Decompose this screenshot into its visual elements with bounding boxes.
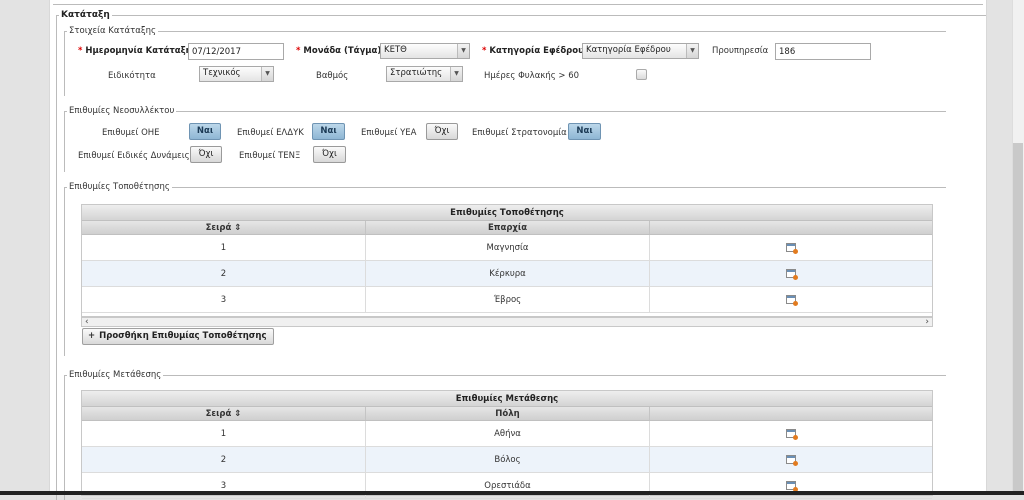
table-row[interactable]: 3 Ορεστιάδα xyxy=(82,473,932,499)
chevron-down-icon: ▼ xyxy=(450,67,462,81)
pref-yea-toggle[interactable]: Όχι xyxy=(426,123,458,140)
pref-mp-toggle[interactable]: Ναι xyxy=(568,123,601,140)
custody-days-label: Ημέρες Φυλακής > 60 xyxy=(484,71,580,81)
pref-sf-toggle[interactable]: Όχι xyxy=(190,146,222,163)
pref-un-toggle[interactable]: Ναι xyxy=(189,123,221,140)
table-row[interactable]: 2 Βόλος xyxy=(82,447,932,473)
rank-label: Βαθμός xyxy=(316,71,349,81)
placement-hscrollbar[interactable]: ‹ › xyxy=(81,317,933,327)
transfer-city-cell: Βόλος xyxy=(366,447,650,472)
bottom-taskbar-edge xyxy=(0,491,1024,495)
placement-grid-caption: Επιθυμίες Τοποθέτησης xyxy=(82,205,932,221)
enlist-date-label: Ημερομηνία Κατάταξης xyxy=(78,46,196,56)
page-vscrollbar-thumb[interactable] xyxy=(1013,143,1023,495)
placement-region-cell: Έβρος xyxy=(366,287,650,312)
pref-sf-label: Επιθυμεί Ειδικές Δυνάμεις xyxy=(78,151,190,161)
details-legend: Στοιχεία Κατάταξης xyxy=(69,26,156,36)
transfer-order-cell: 1 xyxy=(82,421,366,446)
pref-eldyk-label: Επιθυμεί ΕΛΔΥΚ xyxy=(237,128,304,138)
transfer-grid: Επιθυμίες Μετάθεσης Σειρά ⇕ Πόλη 1 Αθήνα… xyxy=(81,390,933,499)
edit-icon[interactable] xyxy=(786,295,798,306)
edit-icon[interactable] xyxy=(786,269,798,280)
add-placement-label: Προσθήκη Επιθυμίας Τοποθέτησης xyxy=(99,331,267,341)
top-divider xyxy=(53,4,983,5)
category-select-value: Κατηγορία Εφέδρου xyxy=(586,45,671,55)
placement-region-cell: Κέρκυρα xyxy=(366,261,650,286)
placement-action-header xyxy=(650,221,932,234)
transfer-action-header xyxy=(650,407,932,420)
seniority-input[interactable] xyxy=(775,43,871,60)
scroll-left-icon[interactable]: ‹ xyxy=(85,317,89,327)
table-row[interactable]: 3 Έβρος xyxy=(82,287,932,313)
table-row[interactable]: 1 Μαγνησία xyxy=(82,235,932,261)
placement-order-cell: 1 xyxy=(82,235,366,260)
transfer-legend: Επιθυμίες Μετάθεσης xyxy=(69,370,162,380)
chevron-down-icon: ▼ xyxy=(457,44,469,58)
recruit-prefs-legend: Επιθυμίες Νεοσυλλέκτου xyxy=(69,106,175,116)
add-placement-button[interactable]: + Προσθήκη Επιθυμίας Τοποθέτησης xyxy=(82,328,274,345)
transfer-city-cell: Αθήνα xyxy=(366,421,650,446)
transfer-grid-caption: Επιθυμίες Μετάθεσης xyxy=(82,391,932,407)
table-row[interactable]: 1 Αθήνα xyxy=(82,421,932,447)
edit-icon[interactable] xyxy=(786,429,798,440)
unit-select[interactable]: ΚΕΤΘ ▼ xyxy=(380,43,470,59)
seniority-label: Προυπηρεσία xyxy=(712,46,769,56)
enlistment-legend: Κατάταξη xyxy=(61,10,110,20)
specialty-select-value: Τεχνικός xyxy=(203,68,241,78)
edit-icon[interactable] xyxy=(786,243,798,254)
chevron-down-icon: ▼ xyxy=(686,44,698,58)
placement-order-cell: 3 xyxy=(82,287,366,312)
placement-grid: Επιθυμίες Τοποθέτησης Σειρά ⇕ Επαρχία 1 … xyxy=(81,204,933,317)
pref-yea-label: Επιθυμεί ΥΕΑ xyxy=(361,128,417,138)
placement-region-header[interactable]: Επαρχία xyxy=(366,221,650,234)
scroll-right-icon[interactable]: › xyxy=(925,317,929,327)
pref-mp-label: Επιθυμεί Στρατονομία xyxy=(472,128,567,138)
transfer-order-header[interactable]: Σειρά ⇕ xyxy=(82,407,366,420)
enlist-date-input[interactable] xyxy=(188,43,284,60)
edit-icon[interactable] xyxy=(786,455,798,466)
placement-order-cell: 2 xyxy=(82,261,366,286)
unit-label: Μονάδα (Τάγμα) xyxy=(296,46,381,56)
pref-tenx-label: Επιθυμεί ΤΕΝΞ xyxy=(239,151,301,161)
table-row[interactable]: 2 Κέρκυρα xyxy=(82,261,932,287)
specialty-select[interactable]: Τεχνικός ▼ xyxy=(199,66,274,82)
pref-tenx-toggle[interactable]: Όχι xyxy=(313,146,346,163)
placement-grid-header: Σειρά ⇕ Επαρχία xyxy=(82,221,932,235)
chevron-down-icon: ▼ xyxy=(261,67,273,81)
rank-select[interactable]: Στρατιώτης ▼ xyxy=(386,66,463,82)
transfer-grid-header: Σειρά ⇕ Πόλη xyxy=(82,407,932,421)
placement-legend: Επιθυμίες Τοποθέτησης xyxy=(69,182,170,192)
category-select[interactable]: Κατηγορία Εφέδρου ▼ xyxy=(582,43,699,59)
plus-icon: + xyxy=(88,331,96,341)
transfer-order-cell: 2 xyxy=(82,447,366,472)
details-fieldset: Στοιχεία Κατάταξης xyxy=(64,26,946,96)
transfer-city-header[interactable]: Πόλη xyxy=(366,407,650,420)
specialty-label: Ειδικότητα xyxy=(108,71,156,81)
category-label: Κατηγορία Εφέδρου xyxy=(482,46,583,56)
pref-eldyk-toggle[interactable]: Ναι xyxy=(312,123,345,140)
unit-select-value: ΚΕΤΘ xyxy=(384,45,407,55)
custody-days-checkbox[interactable] xyxy=(636,69,647,80)
edit-icon[interactable] xyxy=(786,481,798,492)
pref-un-label: Επιθυμεί ΟΗΕ xyxy=(102,128,160,138)
placement-order-header[interactable]: Σειρά ⇕ xyxy=(82,221,366,234)
rank-select-value: Στρατιώτης xyxy=(390,68,443,78)
placement-region-cell: Μαγνησία xyxy=(366,235,650,260)
